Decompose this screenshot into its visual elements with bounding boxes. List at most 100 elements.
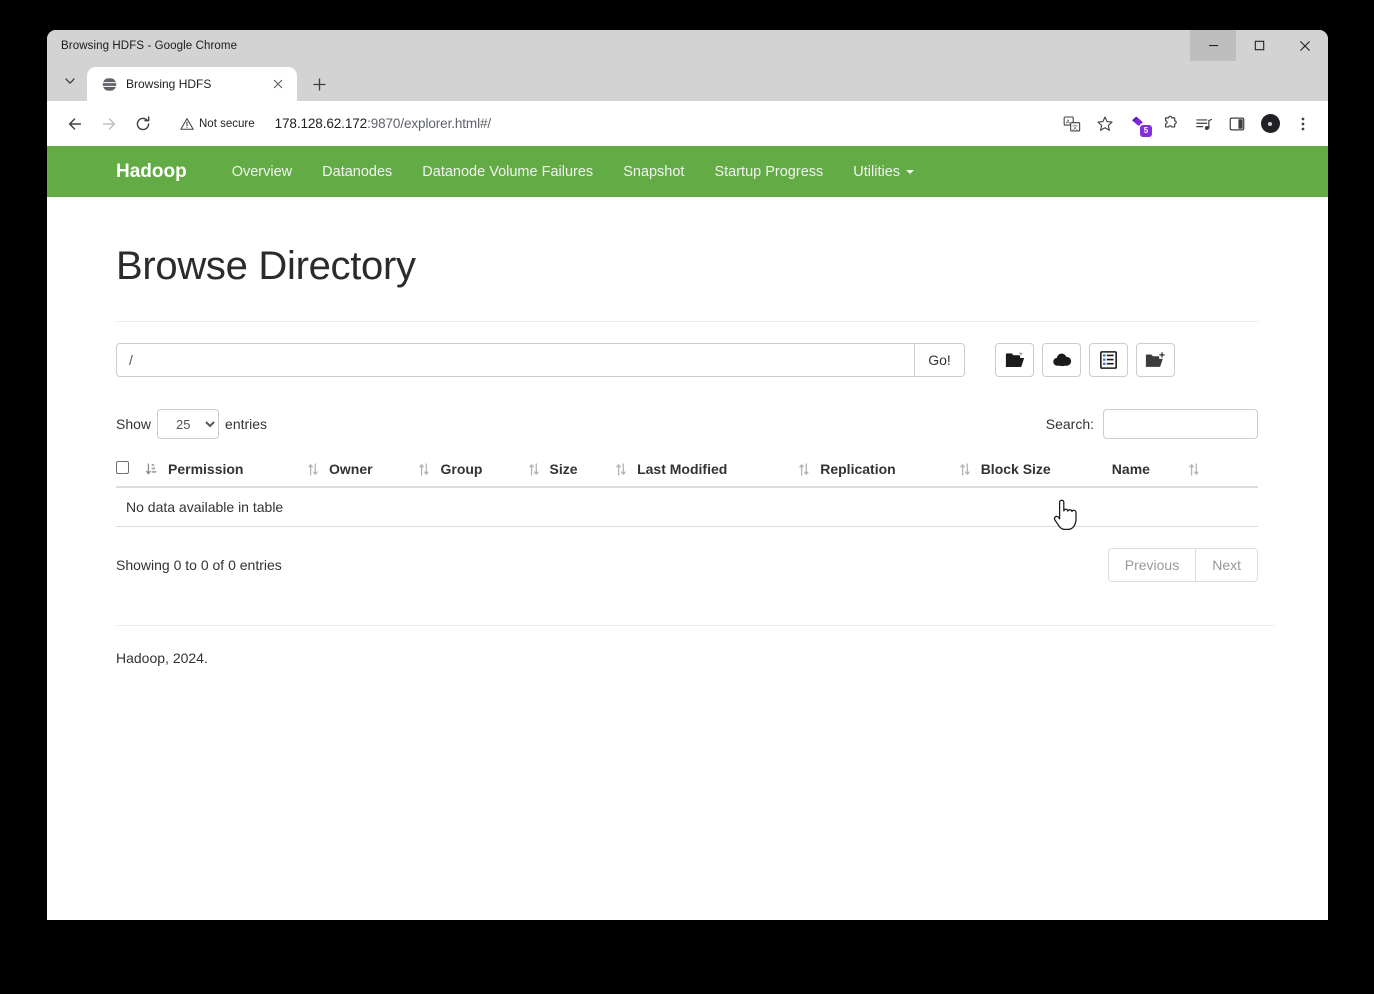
- go-button[interactable]: Go!: [915, 343, 965, 377]
- next-page-button[interactable]: Next: [1195, 548, 1258, 582]
- new-tab-button[interactable]: [304, 69, 334, 99]
- datatable-footer: Showing 0 to 0 of 0 entries Previous Nex…: [116, 548, 1258, 582]
- page-viewport: Hadoop Overview Datanodes Datanode Volum…: [47, 146, 1328, 920]
- globe-icon: [101, 76, 117, 92]
- cloud-upload-icon: [1052, 353, 1071, 366]
- sort-icon: [308, 462, 318, 476]
- th-size-label: Size: [549, 461, 578, 477]
- url-text: 178.128.62.172:9870/explorer.html#/: [274, 116, 492, 131]
- search-control: Search:: [1046, 409, 1258, 439]
- nav-datanode-volume-failures[interactable]: Datanode Volume Failures: [407, 164, 608, 180]
- th-owner[interactable]: Owner: [308, 453, 420, 488]
- nav-overview[interactable]: Overview: [217, 164, 307, 180]
- th-name[interactable]: Name: [1111, 453, 1258, 488]
- content-inner: Browse Directory Go!: [116, 244, 1274, 666]
- sort-icon: [419, 462, 430, 476]
- reload-icon: [136, 115, 150, 130]
- url-host: 178.128.62.172: [274, 116, 368, 131]
- nav-snapshot[interactable]: Snapshot: [608, 164, 699, 180]
- extensions-puzzle-icon: [1165, 115, 1177, 128]
- nav-overview-label: Overview: [231, 163, 293, 180]
- window-title: Browsing HDFS - Google Chrome: [61, 39, 238, 52]
- chrome-menu-button[interactable]: [1288, 109, 1318, 139]
- th-select-all[interactable]: [116, 453, 146, 488]
- site-security-indicator[interactable]: Not secure: [180, 117, 255, 131]
- page-title: Browse Directory: [116, 244, 416, 288]
- th-name-label: Name: [1111, 461, 1150, 477]
- files-table-body: No data available in table: [116, 487, 1258, 527]
- side-panel-button[interactable]: [1222, 109, 1252, 139]
- th-size[interactable]: Size: [528, 453, 617, 488]
- create-directory-button[interactable]: [1136, 343, 1175, 377]
- address-bar[interactable]: Not secure 178.128.62.172:9870/explorer.…: [169, 109, 1049, 139]
- close-icon: [273, 79, 283, 89]
- minimize-icon: [1208, 45, 1218, 47]
- th-replication-label: Replication: [820, 461, 896, 477]
- footer-divider: [116, 625, 1274, 626]
- sort-icon: [959, 462, 970, 476]
- media-playlist-icon: [1196, 118, 1213, 130]
- browse-folder-button[interactable]: [995, 343, 1034, 377]
- tab-title: Browsing HDFS: [126, 77, 212, 91]
- th-replication[interactable]: Replication: [799, 453, 960, 488]
- extension-purple-button[interactable]: 5: [1123, 109, 1153, 139]
- path-input[interactable]: [116, 343, 915, 377]
- window-titlebar: Browsing HDFS - Google Chrome: [47, 30, 1328, 61]
- page-length-control: Show 25 50 100 entries: [116, 409, 267, 439]
- minimize-button[interactable]: [1190, 30, 1236, 61]
- previous-page-button[interactable]: Previous: [1107, 548, 1196, 582]
- nav-datanodes[interactable]: Datanodes: [307, 164, 407, 180]
- path-row: Go!: [116, 343, 1258, 377]
- browser-tab[interactable]: Browsing HDFS: [87, 67, 297, 101]
- files-table: Permission Owner Group Size Last Modifie…: [116, 453, 1258, 527]
- nav-utilities[interactable]: Utilities: [838, 164, 929, 180]
- chevron-down-icon: [906, 169, 915, 174]
- maximize-button[interactable]: [1236, 30, 1282, 61]
- tab-search-button[interactable]: [53, 64, 87, 98]
- th-group[interactable]: Group: [419, 453, 529, 488]
- files-table-head: Permission Owner Group Size Last Modifie…: [116, 453, 1258, 488]
- bookmark-button[interactable]: [1090, 109, 1120, 139]
- search-input[interactable]: [1103, 409, 1258, 439]
- list-view-button[interactable]: [1089, 343, 1128, 377]
- warning-triangle-icon: [180, 117, 194, 130]
- pagination: Previous Next: [1107, 548, 1258, 582]
- page-length-select[interactable]: 25 50 100: [157, 409, 220, 439]
- nav-startup-progress[interactable]: Startup Progress: [699, 164, 838, 180]
- translate-icon: A 文: [1063, 115, 1081, 131]
- url-path: :9870/explorer.html#/: [367, 116, 492, 131]
- nav-datanode-volume-failures-label: Datanode Volume Failures: [422, 163, 594, 180]
- th-block-size[interactable]: Block Size: [959, 453, 1112, 488]
- profile-button[interactable]: [1255, 109, 1285, 139]
- sort-icon: [1189, 462, 1199, 476]
- close-button[interactable]: [1282, 30, 1328, 61]
- avatar-dot: [1268, 121, 1272, 126]
- hadoop-brand[interactable]: Hadoop: [116, 161, 187, 183]
- extensions-button[interactable]: [1156, 109, 1186, 139]
- extension-badge-count: 5: [1140, 124, 1152, 137]
- reload-button[interactable]: [127, 108, 159, 140]
- th-last-modified[interactable]: Last Modified: [616, 453, 800, 488]
- upload-files-button[interactable]: [1042, 343, 1081, 377]
- th-owner-label: Owner: [329, 461, 373, 477]
- sort-active-icon: [146, 462, 157, 474]
- translate-button[interactable]: A 文: [1057, 109, 1087, 139]
- title-divider: [116, 321, 1259, 322]
- path-input-group: Go!: [116, 343, 965, 377]
- th-permission-label: Permission: [168, 461, 244, 477]
- tab-close-button[interactable]: [268, 74, 288, 94]
- select-all-checkbox[interactable]: [116, 461, 129, 474]
- forward-arrow-icon: [102, 117, 116, 130]
- toolbar-icon-group: A 文 5: [1057, 109, 1318, 139]
- forward-button[interactable]: [93, 108, 125, 140]
- back-button[interactable]: [59, 108, 91, 140]
- tab-strip: Browsing HDFS: [47, 61, 1328, 101]
- chrome-menu-icon: [1301, 117, 1305, 130]
- table-header-row: Permission Owner Group Size Last Modifie…: [116, 453, 1258, 488]
- maximize-icon: [1254, 40, 1264, 51]
- media-playlist-button[interactable]: [1189, 109, 1219, 139]
- back-arrow-icon: [68, 117, 82, 130]
- th-group-label: Group: [440, 461, 483, 477]
- th-permission[interactable]: Permission: [146, 453, 309, 488]
- empty-message: No data available in table: [116, 487, 1258, 527]
